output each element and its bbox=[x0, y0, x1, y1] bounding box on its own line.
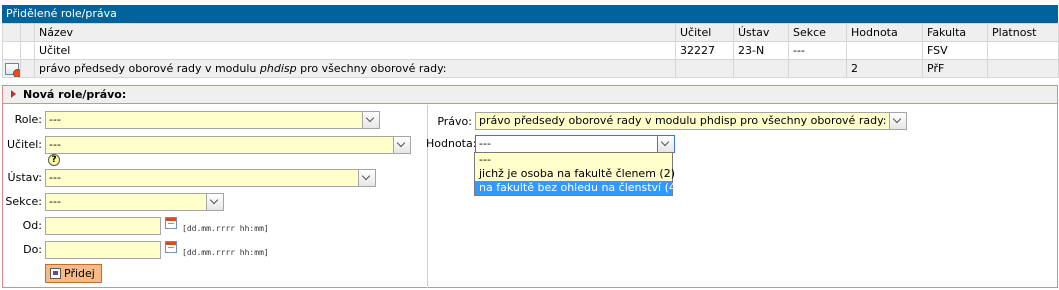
cell-fakulta: PřF bbox=[922, 59, 988, 78]
chevron-down-icon[interactable] bbox=[358, 170, 375, 186]
cell-fakulta: FSV bbox=[922, 41, 988, 60]
pravo-select[interactable]: právo předsedy oborové rady v modulu phd… bbox=[475, 112, 907, 130]
col-header-platnost[interactable]: Platnost bbox=[987, 23, 1059, 42]
do-input[interactable] bbox=[45, 241, 161, 259]
chevron-down-icon[interactable] bbox=[362, 112, 379, 128]
delete-row-icon[interactable] bbox=[5, 63, 20, 77]
cell-hodnota bbox=[846, 41, 923, 60]
chevron-down-icon[interactable] bbox=[889, 113, 906, 129]
collapse-arrow-icon[interactable] bbox=[11, 90, 16, 98]
cell-sekce: --- bbox=[788, 41, 847, 60]
table-row: Učitel 32227 23-N --- FSV bbox=[2, 41, 1059, 60]
cell-ucitel: 32227 bbox=[675, 41, 734, 60]
roles-table: Název Učitel Ústav Sekce Hodnota Fakulta… bbox=[2, 23, 1059, 78]
col-header-ucitel[interactable]: Učitel bbox=[675, 23, 734, 42]
chevron-down-icon[interactable] bbox=[657, 136, 674, 152]
col-header bbox=[2, 23, 21, 42]
page: Přidělené role/práva Název Učitel Ústav … bbox=[0, 0, 1059, 290]
od-format-hint: [dd.mm.rrrr hh:mm] bbox=[182, 224, 269, 233]
col-header-nazev[interactable]: Název bbox=[34, 23, 676, 42]
dropdown-option-highlighted[interactable]: na fakultě bez ohledu na členství (4) bbox=[475, 181, 680, 195]
ustav-select[interactable]: --- bbox=[45, 169, 376, 187]
cell-ustav: 23-N bbox=[733, 41, 789, 60]
pravo-label: Právo: bbox=[437, 115, 472, 128]
cell-platnost bbox=[987, 59, 1059, 78]
column-divider bbox=[427, 105, 428, 288]
dropdown-option[interactable]: jichž je osoba na fakultě členem (2) bbox=[475, 167, 675, 181]
ucitel-select[interactable]: --- bbox=[45, 136, 411, 154]
panel-header: Nová role/právo: bbox=[3, 86, 1057, 104]
save-icon bbox=[50, 268, 61, 279]
add-button[interactable]: Přidej bbox=[45, 264, 102, 283]
panel-title: Nová role/právo: bbox=[23, 88, 127, 101]
table-title: Přidělené role/práva bbox=[2, 5, 1058, 23]
col-header-hodnota[interactable]: Hodnota bbox=[846, 23, 923, 42]
hodnota-label: Hodnota: bbox=[426, 137, 477, 150]
chevron-down-icon[interactable] bbox=[393, 137, 410, 153]
help-icon[interactable]: ? bbox=[48, 154, 60, 166]
cell-ustav bbox=[733, 59, 789, 78]
col-header-fakulta[interactable]: Fakulta bbox=[922, 23, 988, 42]
calendar-icon[interactable] bbox=[165, 217, 177, 229]
cell-nazev: právo předsedy oborové rady v modulu phd… bbox=[34, 59, 676, 78]
table-header-row: Název Učitel Ústav Sekce Hodnota Fakulta… bbox=[2, 23, 1059, 42]
table-row: právo předsedy oborové rady v modulu phd… bbox=[2, 59, 1059, 78]
ustav-label: Ústav: bbox=[7, 171, 42, 184]
cell-hodnota: 2 bbox=[846, 59, 923, 78]
col-header-ustav[interactable]: Ústav bbox=[733, 23, 789, 42]
do-label: Do: bbox=[23, 243, 42, 256]
od-label: Od: bbox=[22, 219, 42, 232]
hodnota-dropdown-list: --- jichž je osoba na fakultě členem (2)… bbox=[474, 152, 680, 196]
col-header-sekce[interactable]: Sekce bbox=[788, 23, 847, 42]
cell-sekce bbox=[788, 59, 847, 78]
do-format-hint: [dd.mm.rrrr hh:mm] bbox=[182, 248, 269, 257]
calendar-icon[interactable] bbox=[165, 241, 177, 253]
sekce-label: Sekce: bbox=[5, 195, 42, 208]
od-input[interactable] bbox=[45, 217, 161, 235]
cell-nazev: Učitel bbox=[34, 41, 676, 60]
role-select[interactable]: --- bbox=[45, 111, 380, 129]
dropdown-option[interactable]: --- bbox=[475, 153, 672, 167]
col-header bbox=[20, 23, 35, 42]
sekce-select[interactable]: --- bbox=[45, 193, 224, 211]
cell-platnost bbox=[987, 41, 1059, 60]
ucitel-label: Učitel: bbox=[7, 138, 42, 151]
hodnota-select[interactable]: --- bbox=[475, 135, 675, 153]
role-label: Role: bbox=[14, 113, 42, 126]
chevron-down-icon[interactable] bbox=[206, 194, 223, 210]
cell-ucitel bbox=[675, 59, 734, 78]
